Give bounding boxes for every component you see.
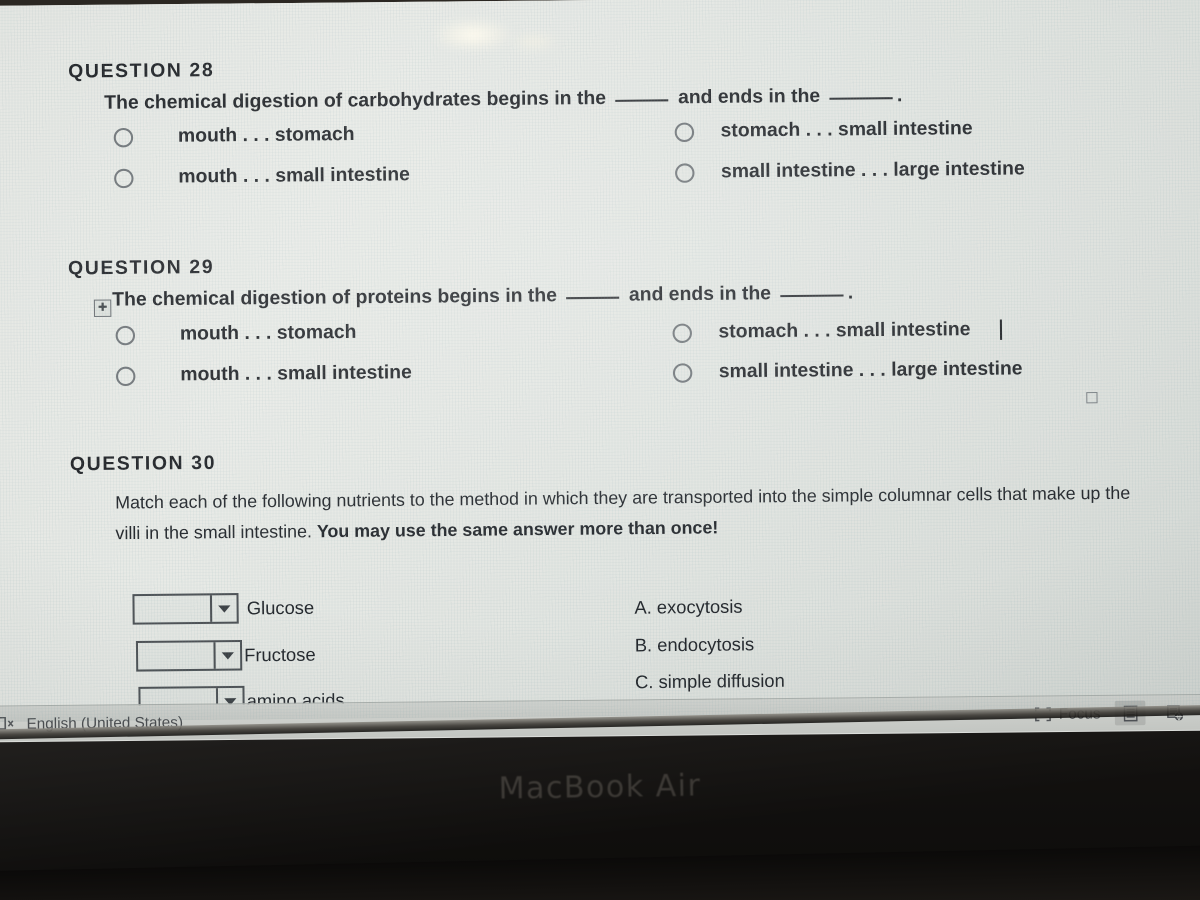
radio-button[interactable] [674,122,695,142]
option-label: mouth . . . small intestine [180,361,412,386]
answer-choice-b: B. endocytosis [634,634,755,656]
text-insertion-caret [999,319,1003,340]
question-30-block: QUESTION 30 [70,453,216,477]
option-label: mouth . . . stomach [177,123,355,147]
question-28-option-3[interactable]: mouth . . . small intestine [114,164,410,189]
question-29-block: QUESTION 29 [68,257,214,281]
word-document: QUESTION 28 The chemical digestion of ca… [0,0,1200,718]
question-29-option-3[interactable]: mouth . . . small intestine [115,361,412,387]
match-row: Fructose [135,639,316,672]
radio-button[interactable] [115,325,136,345]
question-29-option-1[interactable]: mouth . . . stomach [115,321,357,347]
radio-button[interactable] [675,162,695,183]
question-28-stem-end: . [896,84,903,107]
radio-button[interactable] [114,168,134,188]
radio-button[interactable] [672,322,693,343]
question-28-option-2[interactable]: stomach . . . small intestine [674,117,973,143]
option-label: stomach . . . small intestine [718,318,971,343]
question-29-option-2[interactable]: stomach . . . small intestine [672,318,971,344]
question-29-option-4[interactable]: small intestine . . . large intestine [672,358,1023,384]
option-label: small intestine . . . large intestine [718,358,1023,383]
radio-button[interactable] [672,362,693,383]
chevron-down-icon[interactable] [213,642,241,669]
radio-button[interactable] [113,127,134,147]
question-30-prompt-bold: You may use the same answer more than on… [316,517,719,542]
match-item-label: Glucose [246,596,315,618]
question-28-stem-part1: The chemical digestion of carbohydrates … [104,87,607,114]
question-28-stem-part2: and ends in the [677,85,821,109]
question-28-stem: The chemical digestion of carbohydrates … [104,82,903,115]
match-dropdown-fructose[interactable] [135,639,243,672]
question-28-option-4[interactable]: small intestine . . . large intestine [675,158,1025,184]
answer-choice-c: C. simple diffusion [635,670,785,693]
chevron-down-icon[interactable] [209,595,237,622]
question-28-blank-2[interactable] [829,82,893,100]
question-28-block: QUESTION 28 [68,60,214,84]
laptop-screen: QUESTION 28 The chemical digestion of ca… [0,0,1200,743]
question-29-blank-2[interactable] [780,280,844,298]
move-object-handle-icon[interactable]: ✚ [93,299,112,317]
question-28-blank-1[interactable] [615,85,669,102]
option-label: stomach . . . small intestine [720,117,973,142]
object-anchor-handle[interactable] [1086,392,1098,404]
radio-button[interactable] [115,366,136,386]
match-dropdown-glucose[interactable] [132,593,239,625]
option-label: mouth . . . small intestine [178,164,410,188]
question-29-heading: QUESTION 29 [67,256,215,280]
question-29-stem-end: . [847,282,854,304]
question-30-prompt: Match each of the following nutrients to… [115,477,1151,548]
answer-choice-a: A. exocytosis [634,596,743,618]
question-29-stem-part2: and ends in the [628,282,772,306]
screenshot-root: MacBook Air QUESTION 28 The chemical dig… [0,0,1200,900]
question-28-option-1[interactable]: mouth . . . stomach [113,123,355,149]
option-label: mouth . . . stomach [179,321,357,345]
question-29-stem-part1: The chemical digestion of proteins begin… [112,285,558,311]
match-row: Glucose [132,592,315,625]
question-29-stem: The chemical digestion of proteins begin… [112,280,853,312]
match-item-label: Fructose [244,643,316,665]
question-29-blank-1[interactable] [566,282,620,300]
question-30-heading: QUESTION 30 [69,452,217,476]
question-28-heading: QUESTION 28 [68,59,215,83]
option-label: small intestine . . . large intestine [720,158,1025,183]
